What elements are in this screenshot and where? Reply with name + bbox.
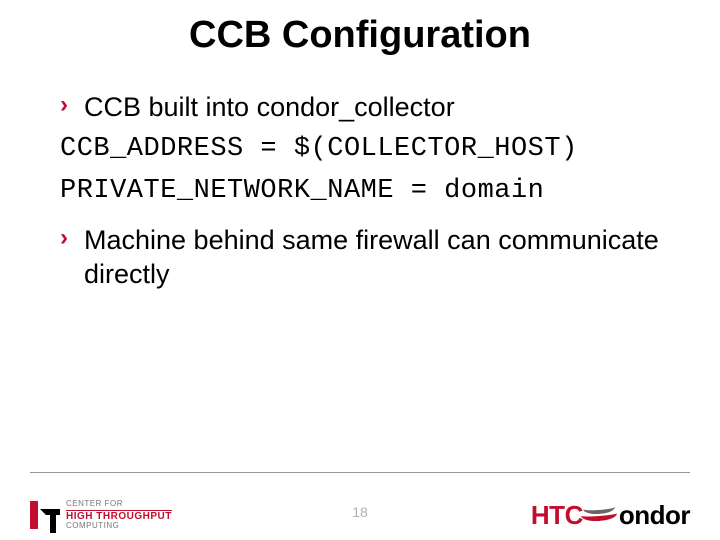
left-logo: CENTER FOR HIGH THROUGHPUT COMPUTING <box>30 500 172 530</box>
bullet-text: Machine behind same firewall can communi… <box>84 225 659 289</box>
slide: CCB Configuration › CCB built into condo… <box>0 0 720 540</box>
right-logo: HTC ondor <box>531 498 690 532</box>
left-logo-line1: CENTER FOR <box>66 500 172 508</box>
bird-icon <box>581 498 617 520</box>
left-logo-line3: COMPUTING <box>66 522 172 530</box>
slide-content: › CCB built into condor_collector CCB_AD… <box>0 67 720 292</box>
right-logo-ht: HTC <box>531 500 583 531</box>
code-line-2: PRIVATE_NETWORK_NAME = domain <box>60 173 680 211</box>
bullet-item-2: › Machine behind same firewall can commu… <box>60 224 680 292</box>
page-number: 18 <box>352 504 368 520</box>
code-line-1: CCB_ADDRESS = $(COLLECTOR_HOST) <box>60 131 680 169</box>
right-logo-ondor: ondor <box>619 500 690 531</box>
logo-t-bar <box>40 509 60 529</box>
ht-mark-icon <box>30 501 60 529</box>
chevron-icon: › <box>60 226 68 250</box>
logo-h-bar <box>30 501 38 529</box>
footer-rule <box>30 472 690 473</box>
bullet-text: CCB built into condor_collector <box>84 92 455 122</box>
left-logo-text: CENTER FOR HIGH THROUGHPUT COMPUTING <box>66 500 172 530</box>
slide-footer: CENTER FOR HIGH THROUGHPUT COMPUTING 18 … <box>0 472 720 540</box>
slide-title: CCB Configuration <box>0 0 720 67</box>
chevron-icon: › <box>60 93 68 117</box>
bullet-item-1: › CCB built into condor_collector <box>60 91 680 125</box>
